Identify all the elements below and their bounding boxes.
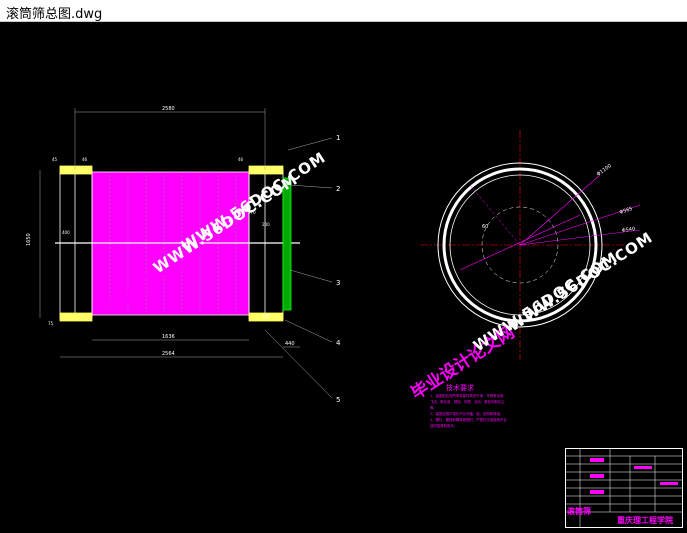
dim-small-left: 46 (82, 157, 88, 162)
leader-5: 5 (336, 396, 340, 404)
dim-flange: 45 (52, 157, 58, 162)
dim-top-length: 2580 (162, 106, 175, 112)
section-r1: Φ1100 (596, 163, 613, 177)
section-r2: Φ565 (619, 206, 634, 216)
dim-height: 1650 (26, 233, 32, 246)
title-block-name: 滚筒筛 (567, 507, 591, 516)
leader-1: 1 (336, 134, 340, 142)
title-block-school: 重庆理工程学院 (617, 516, 673, 525)
section-r4: 60 (482, 224, 488, 230)
window-titlebar: 滚筒筛总图.dwg (0, 0, 687, 22)
right-top-flange (248, 165, 284, 175)
left-ring (59, 169, 93, 319)
green-side-plate (282, 177, 292, 311)
left-top-flange (59, 165, 93, 175)
dim-right-side: 100 (262, 314, 270, 319)
dim-right-offset: 440 (285, 341, 295, 347)
dim-mid-right2: 200 (262, 222, 270, 227)
tech-line-3: 3、螺钉、螺栓和螺母紧固时，严禁打击或使用不合适的旋具和扳手。 (430, 418, 507, 428)
leader-3: 3 (336, 279, 340, 287)
section-r3: Φ540 (621, 226, 635, 234)
tech-line-1: 1、装配前应将所有零部件清洗干净，不得有毛刺、飞边、氧化皮、锈蚀、切屑、油污、着… (430, 394, 507, 410)
dim-inner-length: 1636 (162, 334, 175, 340)
tech-heading: 技术要求 (446, 384, 474, 392)
leader-4: 4 (336, 339, 341, 347)
left-bottom-flange (59, 312, 93, 322)
dim-left-bottom: 75 (48, 321, 54, 326)
leader-2: 2 (336, 185, 340, 193)
window-title: 滚筒筛总图.dwg (6, 7, 103, 22)
dim-mid-left: 400 (62, 230, 70, 235)
dim-small-right: 46 (238, 157, 244, 162)
tech-requirements: 技术要求 1、装配前应将所有零部件清洗干净，不得有毛刺、飞边、氧化皮、锈蚀、切屑… (430, 385, 510, 429)
dim-overall-length: 2564 (162, 351, 175, 357)
